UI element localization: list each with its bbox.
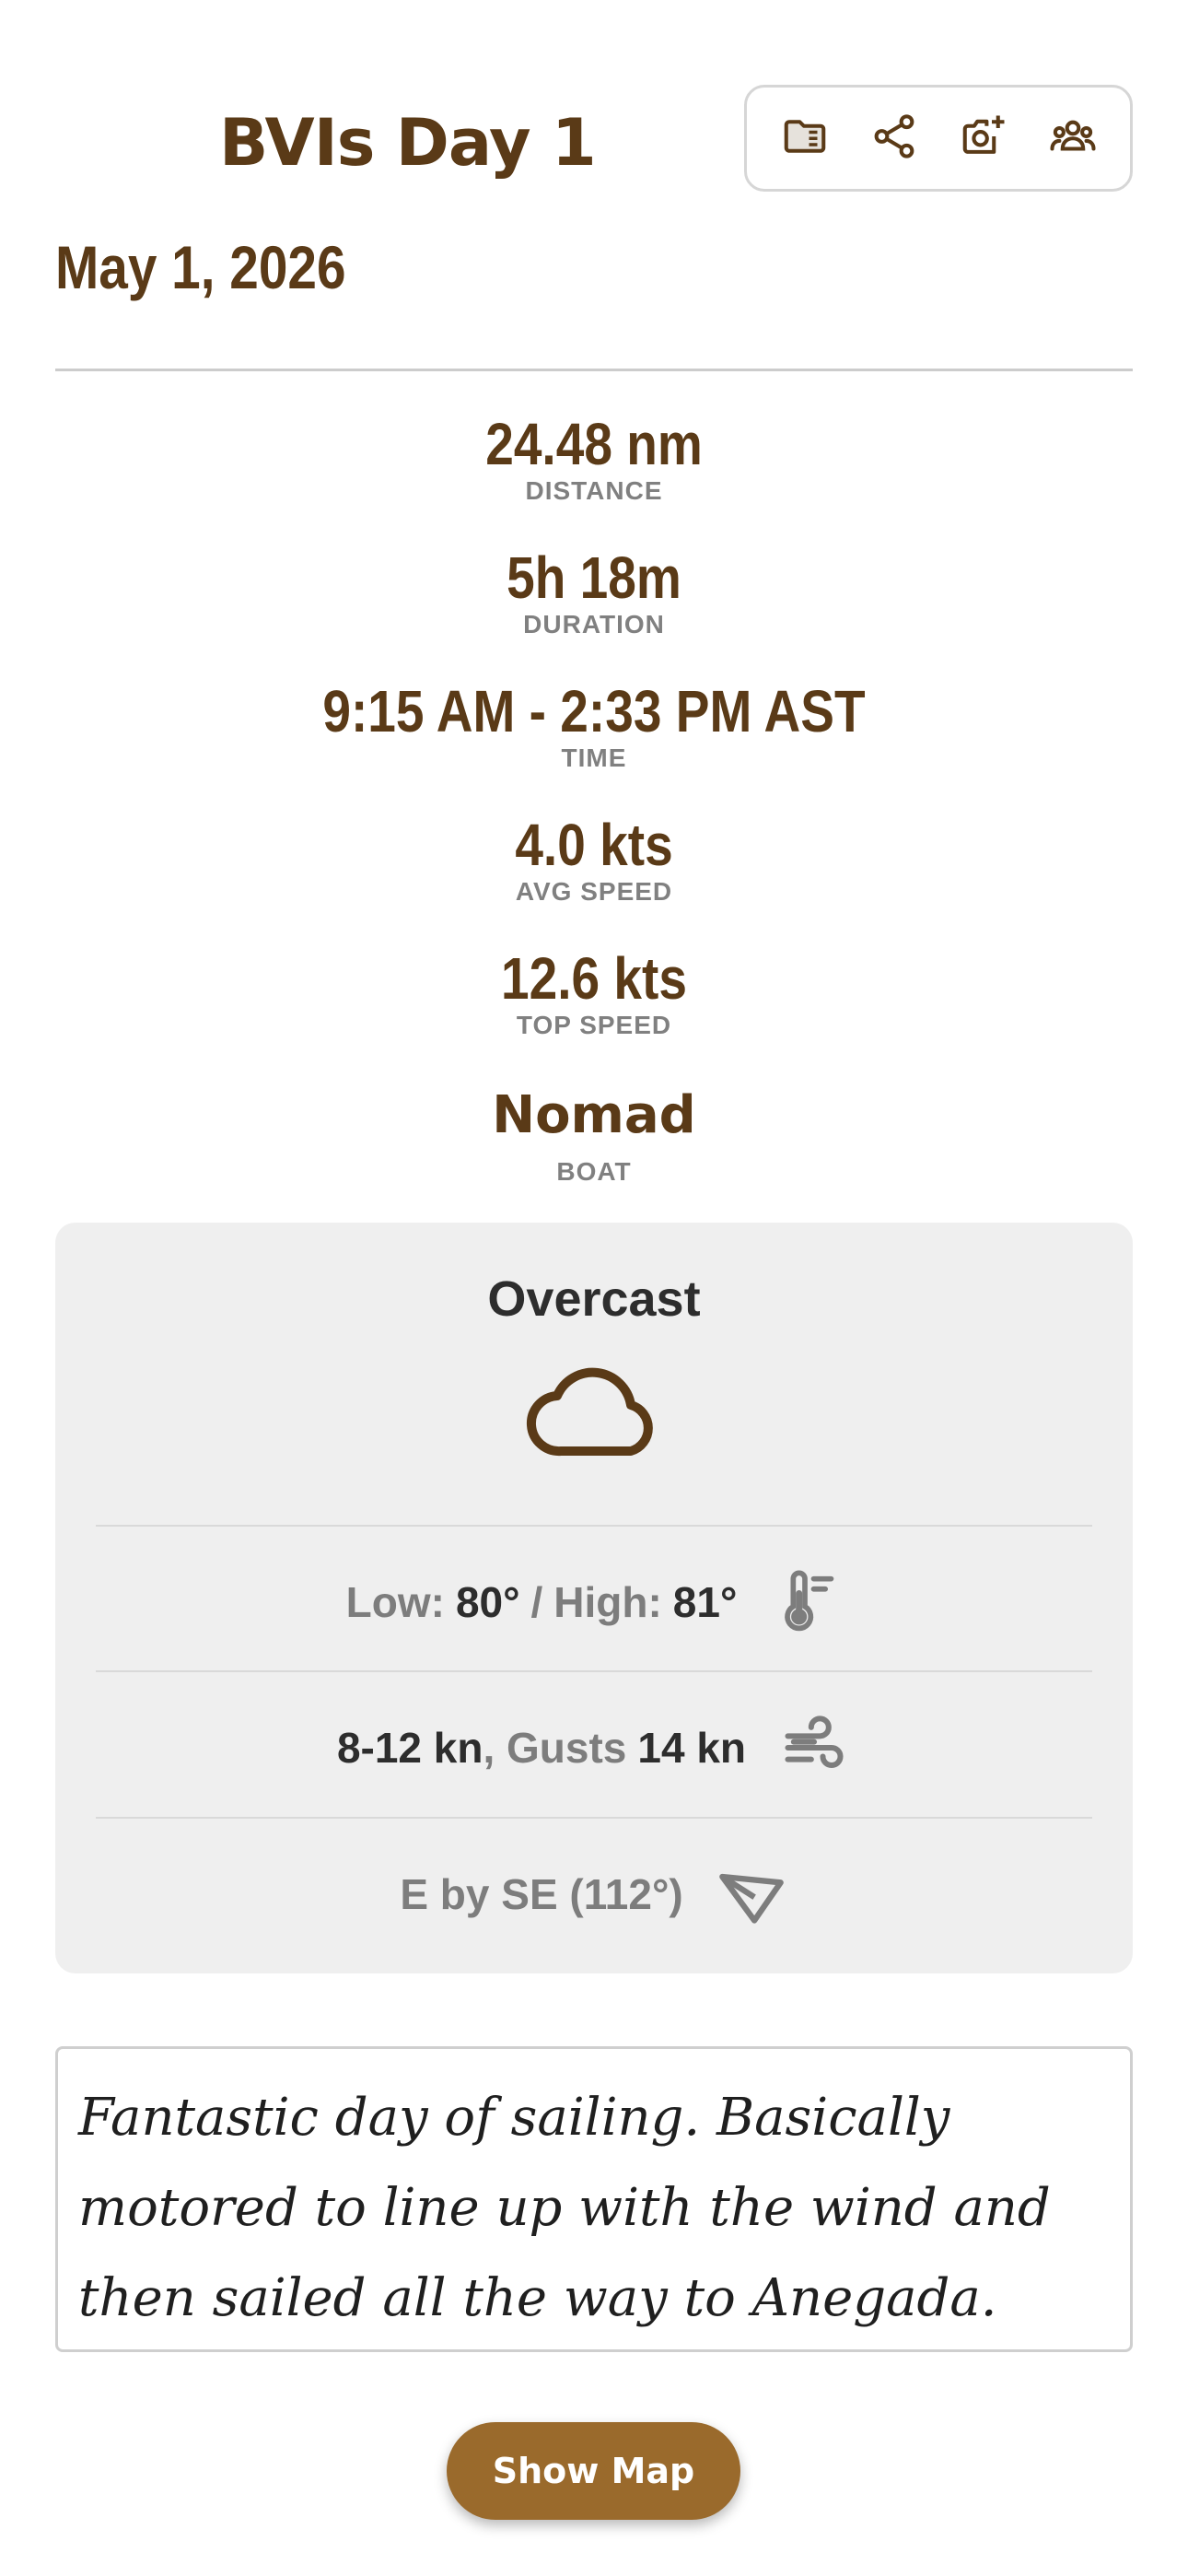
weather-divider bbox=[96, 1525, 1092, 1527]
stat-value: Nomad bbox=[492, 1085, 696, 1145]
weather-temperature: Low: 80° / High: 81° bbox=[55, 1561, 1133, 1644]
trip-toolbar bbox=[744, 85, 1133, 192]
stat-avg-speed: 4.0 kts AVG SPEED bbox=[55, 812, 1133, 945]
people-icon bbox=[1048, 111, 1098, 166]
stat-boat: Nomad BOAT bbox=[55, 1079, 1133, 1212]
weather-divider bbox=[96, 1817, 1092, 1819]
cloud-icon bbox=[526, 1359, 662, 1460]
temp-low-label: Low: bbox=[345, 1578, 445, 1626]
wind-direction-text: E by SE (112°) bbox=[400, 1870, 683, 1918]
share-button[interactable] bbox=[857, 101, 931, 175]
stat-time: 9:15 AM - 2:33 PM AST TIME bbox=[55, 678, 1133, 812]
weather-wind: 8-12 kn , Gusts 14 kn bbox=[55, 1706, 1133, 1789]
temp-low-value: 80° bbox=[455, 1578, 520, 1626]
temp-separator: / bbox=[530, 1578, 543, 1626]
weather-condition: Overcast bbox=[487, 1271, 701, 1327]
trip-title: BVIs Day 1 bbox=[219, 105, 597, 181]
folder-button[interactable] bbox=[768, 101, 842, 175]
gusts-label: , Gusts bbox=[483, 1724, 627, 1772]
stat-value: 9:15 AM - 2:33 PM AST bbox=[322, 678, 866, 744]
stat-value: 4.0 kts bbox=[515, 812, 673, 878]
stat-label: AVG SPEED bbox=[515, 877, 673, 906]
stat-label: DISTANCE bbox=[525, 476, 663, 505]
trip-notes[interactable]: Fantastic day of sailing. Basically moto… bbox=[55, 2046, 1133, 2352]
weather-divider bbox=[96, 1670, 1092, 1672]
stat-label: TIME bbox=[561, 744, 627, 772]
stat-label: TOP SPEED bbox=[516, 1011, 672, 1039]
thermometer-icon bbox=[768, 1565, 842, 1639]
add-photo-button[interactable] bbox=[947, 101, 1020, 175]
header: BVIs Day 1 bbox=[55, 85, 1133, 197]
stat-label: DURATION bbox=[523, 610, 665, 638]
crew-button[interactable] bbox=[1036, 101, 1110, 175]
weather-card: Overcast Low: 80° / High: 81° 8-12 kn , … bbox=[55, 1223, 1133, 1973]
wind-icon bbox=[777, 1711, 851, 1785]
trip-date: May 1, 2026 bbox=[55, 233, 346, 301]
stat-distance: 24.48 nm DISTANCE bbox=[55, 411, 1133, 544]
show-map-button[interactable]: Show Map bbox=[447, 2422, 740, 2520]
divider bbox=[55, 369, 1133, 371]
trip-stats: 24.48 nm DISTANCE 5h 18m DURATION 9:15 A… bbox=[55, 411, 1133, 1212]
weather-direction: E by SE (112°) bbox=[55, 1853, 1133, 1936]
folder-icon bbox=[780, 111, 830, 166]
stat-duration: 5h 18m DURATION bbox=[55, 544, 1133, 678]
share-icon bbox=[869, 111, 919, 166]
stat-value: 12.6 kts bbox=[501, 945, 687, 1012]
wind-range: 8-12 kn bbox=[336, 1724, 483, 1772]
gusts-value: 14 kn bbox=[637, 1724, 747, 1772]
temp-high-label: High: bbox=[553, 1578, 662, 1626]
stat-label: BOAT bbox=[556, 1157, 632, 1186]
stat-value: 24.48 nm bbox=[485, 411, 703, 477]
temp-high-value: 81° bbox=[672, 1578, 738, 1626]
direction-arrow-icon bbox=[715, 1857, 788, 1931]
add-photo-icon bbox=[959, 111, 1008, 166]
stat-value: 5h 18m bbox=[507, 544, 681, 611]
stat-top-speed: 12.6 kts TOP SPEED bbox=[55, 945, 1133, 1079]
